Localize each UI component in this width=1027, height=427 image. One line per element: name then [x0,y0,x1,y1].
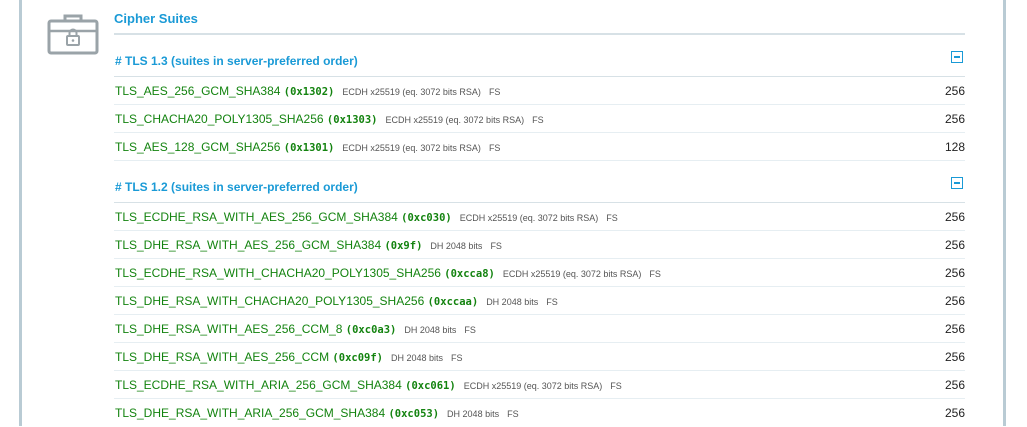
cipher-strength-bits: 256 [944,322,965,336]
key-exchange-info: ECDH x25519 (eq. 3072 bits RSA) [502,269,642,279]
cipher-suite-name: TLS_DHE_RSA_WITH_AES_256_CCM [115,350,330,364]
cipher-suite-row: TLS_DHE_RSA_WITH_CHACHA20_POLY1305_SHA25… [114,287,965,315]
cipher-suite-row: TLS_DHE_RSA_WITH_AES_256_CCM_8 (0xc0a3) D… [114,315,965,343]
suite-group-header: # TLS 1.3 (suites in server-preferred or… [114,35,965,77]
cipher-suite-name: TLS_DHE_RSA_WITH_AES_256_CCM_8 [115,322,343,336]
forward-secrecy-flag: FS [532,115,544,125]
forward-secrecy-flag: FS [488,87,501,97]
cipher-suite-code: (0x1303) [326,114,378,126]
cipher-suite-description: TLS_DHE_RSA_WITH_ARIA_256_GCM_SHA384 (0x… [115,406,519,420]
report-section-frame: Cipher Suites # TLS 1.3 (suites in serve… [19,0,1006,426]
key-exchange-info: DH 2048 bits [447,409,500,419]
cipher-suite-description: TLS_DHE_RSA_WITH_AES_256_GCM_SHA384 (0x9… [115,238,502,252]
cipher-suite-row: TLS_DHE_RSA_WITH_AES_256_GCM_SHA384 (0x9… [114,231,965,259]
section-title: Cipher Suites [114,0,965,35]
suite-group-title: # TLS 1.3 (suites in server-preferred or… [115,54,358,68]
cipher-suite-description: TLS_ECDHE_RSA_WITH_CHACHA20_POLY1305_SHA… [115,266,661,280]
cipher-suite-code: (0xc030) [401,212,452,224]
cipher-suite-row: TLS_ECDHE_RSA_WITH_CHACHA20_POLY1305_SHA… [114,259,965,287]
cipher-suite-description: TLS_DHE_RSA_WITH_CHACHA20_POLY1305_SHA25… [115,294,558,308]
collapse-minus-icon[interactable] [951,51,963,63]
cipher-suite-description: TLS_ECDHE_RSA_WITH_ARIA_256_GCM_SHA384 (… [115,378,622,392]
cipher-suite-row: TLS_DHE_RSA_WITH_AES_256_CCM (0xc09f) DH … [114,343,965,371]
cipher-strength-bits: 128 [944,140,965,154]
cipher-suite-row: TLS_ECDHE_RSA_WITH_AES_256_GCM_SHA384 (0… [114,203,965,231]
cipher-suite-name: TLS_AES_128_GCM_SHA256 [115,140,281,154]
forward-secrecy-flag: FS [507,409,519,419]
cipher-suite-row: TLS_CHACHA20_POLY1305_SHA256 (0x1303) ECD… [114,105,965,133]
cipher-suite-name: TLS_AES_256_GCM_SHA384 [115,84,281,98]
cipher-suites-content: Cipher Suites # TLS 1.3 (suites in serve… [114,0,965,427]
cipher-suite-name: TLS_CHACHA20_POLY1305_SHA256 [115,112,324,126]
cipher-suite-description: TLS_DHE_RSA_WITH_AES_256_CCM_8 (0xc0a3) D… [115,322,476,336]
cipher-suite-row: TLS_DHE_RSA_WITH_ARIA_256_GCM_SHA384 (0x… [114,399,965,427]
key-exchange-info: DH 2048 bits [486,297,539,307]
cipher-suite-row: TLS_ECDHE_RSA_WITH_ARIA_256_GCM_SHA384 (… [114,371,965,399]
cipher-strength-bits: 256 [944,294,965,308]
cipher-strength-bits: 256 [944,112,965,126]
cipher-suite-name: TLS_ECDHE_RSA_WITH_CHACHA20_POLY1305_SHA… [115,266,441,280]
key-exchange-info: DH 2048 bits [391,353,444,363]
forward-secrecy-flag: FS [546,297,558,307]
key-exchange-info: ECDH x25519 (eq. 3072 bits RSA) [342,143,481,153]
key-exchange-info: DH 2048 bits [430,241,483,251]
cipher-suite-code: (0xc0a3) [345,324,397,336]
key-exchange-info: ECDH x25519 (eq. 3072 bits RSA) [342,87,481,97]
cipher-suite-description: TLS_AES_256_GCM_SHA384 (0x1302) ECDH x255… [115,84,500,98]
cipher-suite-code: (0xc061) [405,380,456,392]
forward-secrecy-flag: FS [464,325,476,335]
cipher-suite-code: (0xc09f) [332,352,383,364]
cipher-strength-bits: 256 [944,350,965,364]
cipher-strength-bits: 256 [944,378,965,392]
cipher-suite-name: TLS_DHE_RSA_WITH_ARIA_256_GCM_SHA384 [115,406,386,420]
key-exchange-info: ECDH x25519 (eq. 3072 bits RSA) [463,381,603,391]
cipher-suite-name: TLS_ECDHE_RSA_WITH_AES_256_GCM_SHA384 [115,210,398,224]
forward-secrecy-flag: FS [606,213,618,223]
cipher-suite-code: (0xc053) [388,408,440,420]
cipher-suite-description: TLS_CHACHA20_POLY1305_SHA256 (0x1303) ECD… [115,112,544,126]
key-exchange-info: ECDH x25519 (eq. 3072 bits RSA) [459,213,599,223]
cipher-suite-description: TLS_ECDHE_RSA_WITH_AES_256_GCM_SHA384 (0… [115,210,618,224]
cipher-suite-name: TLS_ECDHE_RSA_WITH_ARIA_256_GCM_SHA384 [115,378,402,392]
collapse-minus-icon[interactable] [951,177,963,189]
cipher-suite-row: TLS_AES_128_GCM_SHA256 (0x1301) ECDH x255… [114,133,965,161]
cipher-suite-groups: # TLS 1.3 (suites in server-preferred or… [114,35,965,427]
forward-secrecy-flag: FS [451,353,463,363]
cipher-strength-bits: 256 [944,406,965,420]
cipher-suite-row: TLS_AES_256_GCM_SHA384 (0x1302) ECDH x255… [114,77,965,105]
suite-group-title: # TLS 1.2 (suites in server-preferred or… [115,180,358,194]
cipher-strength-bits: 256 [944,210,965,224]
cipher-suite-code: (0x9f) [384,240,423,252]
cipher-strength-bits: 256 [944,84,965,98]
cipher-suite-description: TLS_AES_128_GCM_SHA256 (0x1301) ECDH x255… [115,140,500,154]
cipher-suite-name: TLS_DHE_RSA_WITH_CHACHA20_POLY1305_SHA25… [115,294,425,308]
cipher-suite-code: (0xcca8) [444,268,495,280]
cipher-suite-code: (0x1301) [283,142,335,154]
cipher-suite-name: TLS_DHE_RSA_WITH_AES_256_GCM_SHA384 [115,238,382,252]
forward-secrecy-flag: FS [490,241,502,251]
cipher-suite-code: (0x1302) [283,86,335,98]
cipher-suite-code: (0xccaa) [427,296,479,308]
key-exchange-info: ECDH x25519 (eq. 3072 bits RSA) [385,115,525,125]
toolbox-lock-icon [47,14,99,55]
cipher-strength-bits: 256 [944,266,965,280]
key-exchange-info: DH 2048 bits [404,325,457,335]
forward-secrecy-flag: FS [488,143,501,153]
cipher-strength-bits: 256 [944,238,965,252]
suite-group-header: # TLS 1.2 (suites in server-preferred or… [114,161,965,203]
forward-secrecy-flag: FS [610,381,622,391]
cipher-suite-description: TLS_DHE_RSA_WITH_AES_256_CCM (0xc09f) DH … [115,350,463,364]
forward-secrecy-flag: FS [649,269,661,279]
